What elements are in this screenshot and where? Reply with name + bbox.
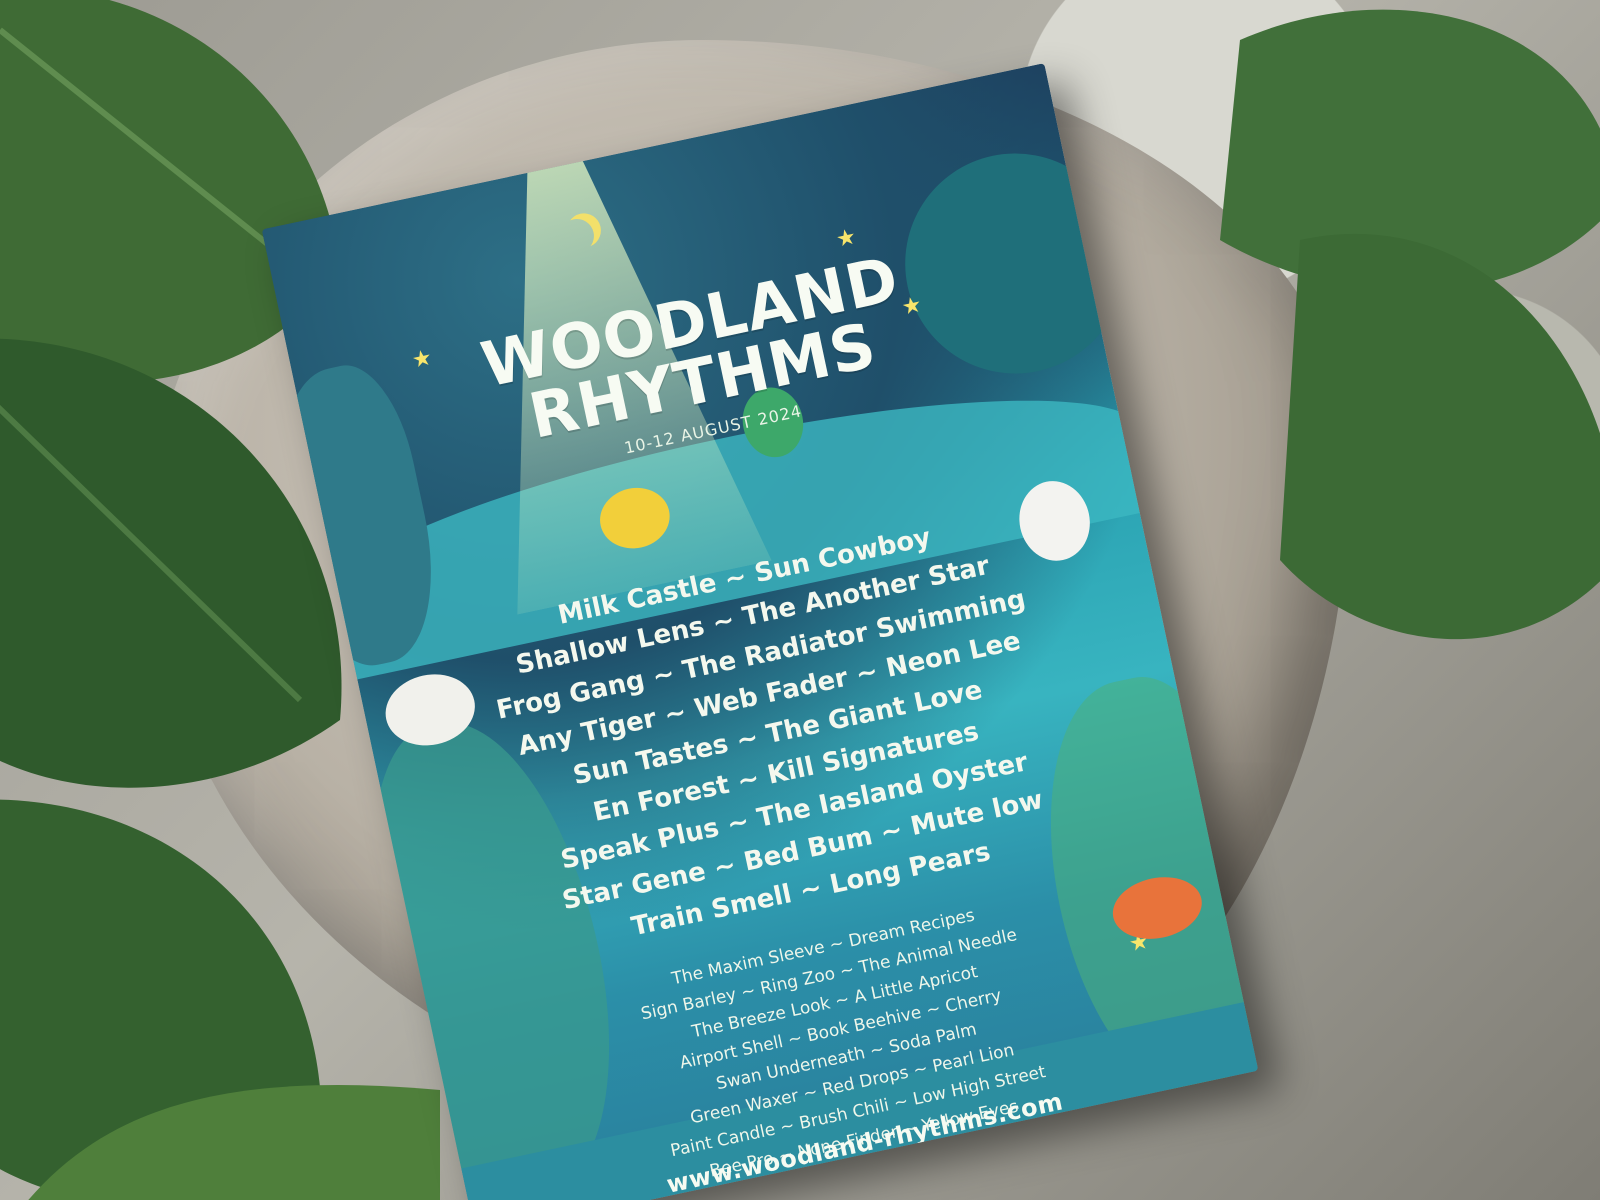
fern-bottom: [28, 1085, 440, 1200]
monstera-leaf-right: [1280, 233, 1600, 640]
star-icon: ★: [409, 345, 435, 374]
photo-scene: ★ ★ ★ ★ WOODLAND RHYTHMS 10-12 AUGUST 20…: [0, 0, 1600, 1200]
star-icon: ★: [833, 224, 859, 253]
